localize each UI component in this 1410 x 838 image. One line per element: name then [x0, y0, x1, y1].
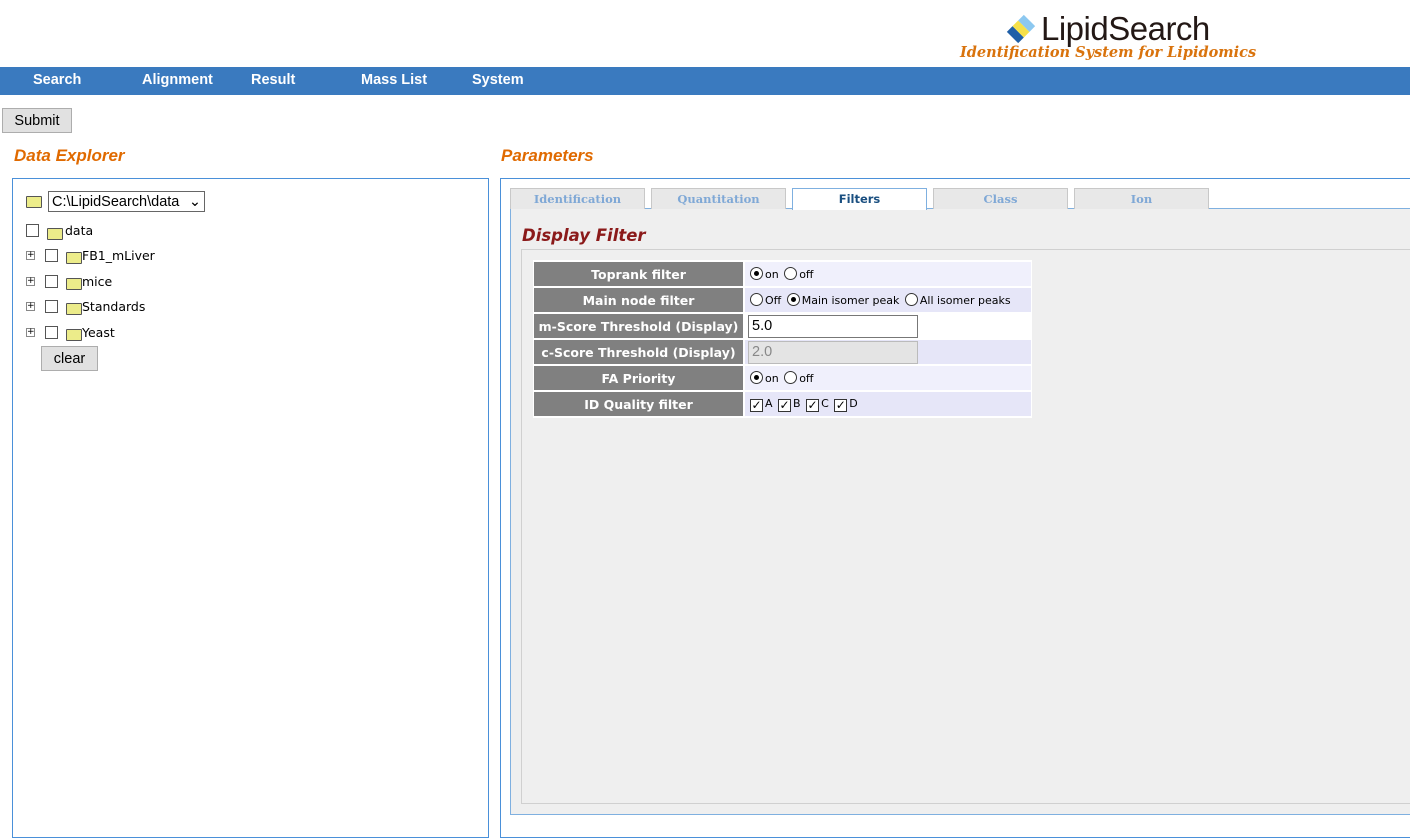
display-filter-table: Toprank filter on off Main node filter O… [533, 260, 1032, 418]
fa-priority-label: FA Priority [534, 366, 745, 390]
nav-alignment[interactable]: Alignment [142, 72, 213, 88]
root-checkbox[interactable] [26, 223, 39, 237]
checkbox-label: D [849, 396, 858, 410]
clear-button[interactable]: clear [41, 346, 98, 371]
folder-checkbox[interactable] [45, 325, 58, 339]
quality-a-checkbox[interactable]: ✓ [750, 398, 763, 412]
nav-system[interactable]: System [472, 72, 524, 88]
id-quality-label: ID Quality filter [534, 392, 745, 416]
folder-icon [66, 329, 82, 341]
folder-icon [66, 303, 82, 315]
tab-ion[interactable]: Ion [1074, 188, 1209, 209]
expand-icon[interactable]: + [26, 301, 35, 311]
quality-c-checkbox[interactable]: ✓ [806, 398, 820, 412]
main-node-off-radio[interactable] [750, 293, 763, 306]
quality-d-checkbox[interactable]: ✓ [834, 398, 848, 412]
logo-name: LipidSearch [1041, 10, 1210, 47]
all-isomer-radio[interactable] [904, 293, 918, 306]
c-score-input [748, 340, 918, 364]
folder-label[interactable]: FB1_mLiver [82, 248, 155, 263]
parameters-title: Parameters [501, 146, 594, 165]
main-node-row: Main node filter Off Main isomer peak Al… [534, 288, 1031, 312]
submit-button[interactable]: Submit [2, 108, 72, 133]
expand-icon[interactable]: + [26, 276, 35, 286]
checkbox-label: A [765, 396, 773, 410]
folder-icon [26, 195, 42, 208]
fa-on-radio[interactable] [750, 371, 763, 384]
expand-icon[interactable]: + [26, 327, 35, 337]
folder-icon [66, 278, 82, 290]
toprank-off-radio[interactable] [784, 267, 798, 280]
checkbox-label: C [821, 396, 829, 410]
folder-icon [66, 252, 82, 264]
quality-b-checkbox[interactable]: ✓ [778, 398, 792, 412]
main-node-label: Main node filter [534, 288, 745, 312]
tab-identification[interactable]: Identification [510, 188, 645, 209]
radio-label: Off [765, 294, 782, 307]
folder-checkbox[interactable] [45, 274, 58, 288]
folder-label[interactable]: Standards [82, 299, 145, 314]
path-select[interactable]: C:\LipidSearch\data ⌄ [48, 191, 205, 212]
tab-filters[interactable]: Filters [792, 188, 927, 210]
logo-tagline: Identification System for Lipidomics [960, 44, 1257, 61]
nav-result[interactable]: Result [251, 72, 295, 88]
toprank-label: Toprank filter [534, 262, 745, 286]
m-score-input[interactable] [748, 314, 918, 338]
c-score-row: c-Score Threshold (Display) [534, 340, 1031, 364]
main-isomer-radio[interactable] [786, 293, 800, 306]
tab-class[interactable]: Class [933, 188, 1068, 209]
m-score-row: m-Score Threshold (Display) [534, 314, 1031, 338]
open-folder-icon [47, 228, 63, 240]
radio-label: All isomer peaks [919, 294, 1011, 307]
radio-label: off [799, 268, 814, 281]
display-filter-title: Display Filter [522, 226, 646, 245]
logo-icon [1006, 14, 1036, 44]
folder-label[interactable]: Yeast [82, 325, 115, 340]
radio-label: on [765, 268, 779, 281]
m-score-label: m-Score Threshold (Display) [534, 314, 745, 338]
toprank-row: Toprank filter on off [534, 262, 1031, 286]
radio-label: off [799, 372, 814, 385]
tab-quantitation[interactable]: Quantitation [651, 188, 786, 209]
nav-search[interactable]: Search [33, 72, 81, 88]
c-score-label: c-Score Threshold (Display) [534, 340, 745, 364]
radio-label: on [765, 372, 779, 385]
radio-label: Main isomer peak [801, 294, 900, 307]
folder-label[interactable]: mice [82, 274, 112, 289]
id-quality-row: ID Quality filter ✓ A ✓ B ✓ C ✓ D [534, 392, 1031, 416]
main-nav: Search Alignment Result Mass List System [0, 67, 1410, 95]
root-folder-label[interactable]: data [65, 223, 93, 238]
fa-priority-row: FA Priority on off [534, 366, 1031, 390]
expand-icon[interactable]: + [26, 250, 35, 260]
nav-mass-list[interactable]: Mass List [361, 72, 427, 88]
data-explorer-title: Data Explorer [14, 146, 125, 165]
path-value: C:\LipidSearch\data [52, 193, 180, 210]
lipidsearch-logo: LipidSearch [1005, 10, 1210, 48]
fa-off-radio[interactable] [784, 371, 798, 384]
toprank-on-radio[interactable] [750, 267, 763, 280]
folder-checkbox[interactable] [45, 299, 58, 313]
checkbox-label: B [793, 396, 801, 410]
chevron-down-icon: ⌄ [188, 193, 201, 210]
folder-checkbox[interactable] [45, 248, 58, 262]
